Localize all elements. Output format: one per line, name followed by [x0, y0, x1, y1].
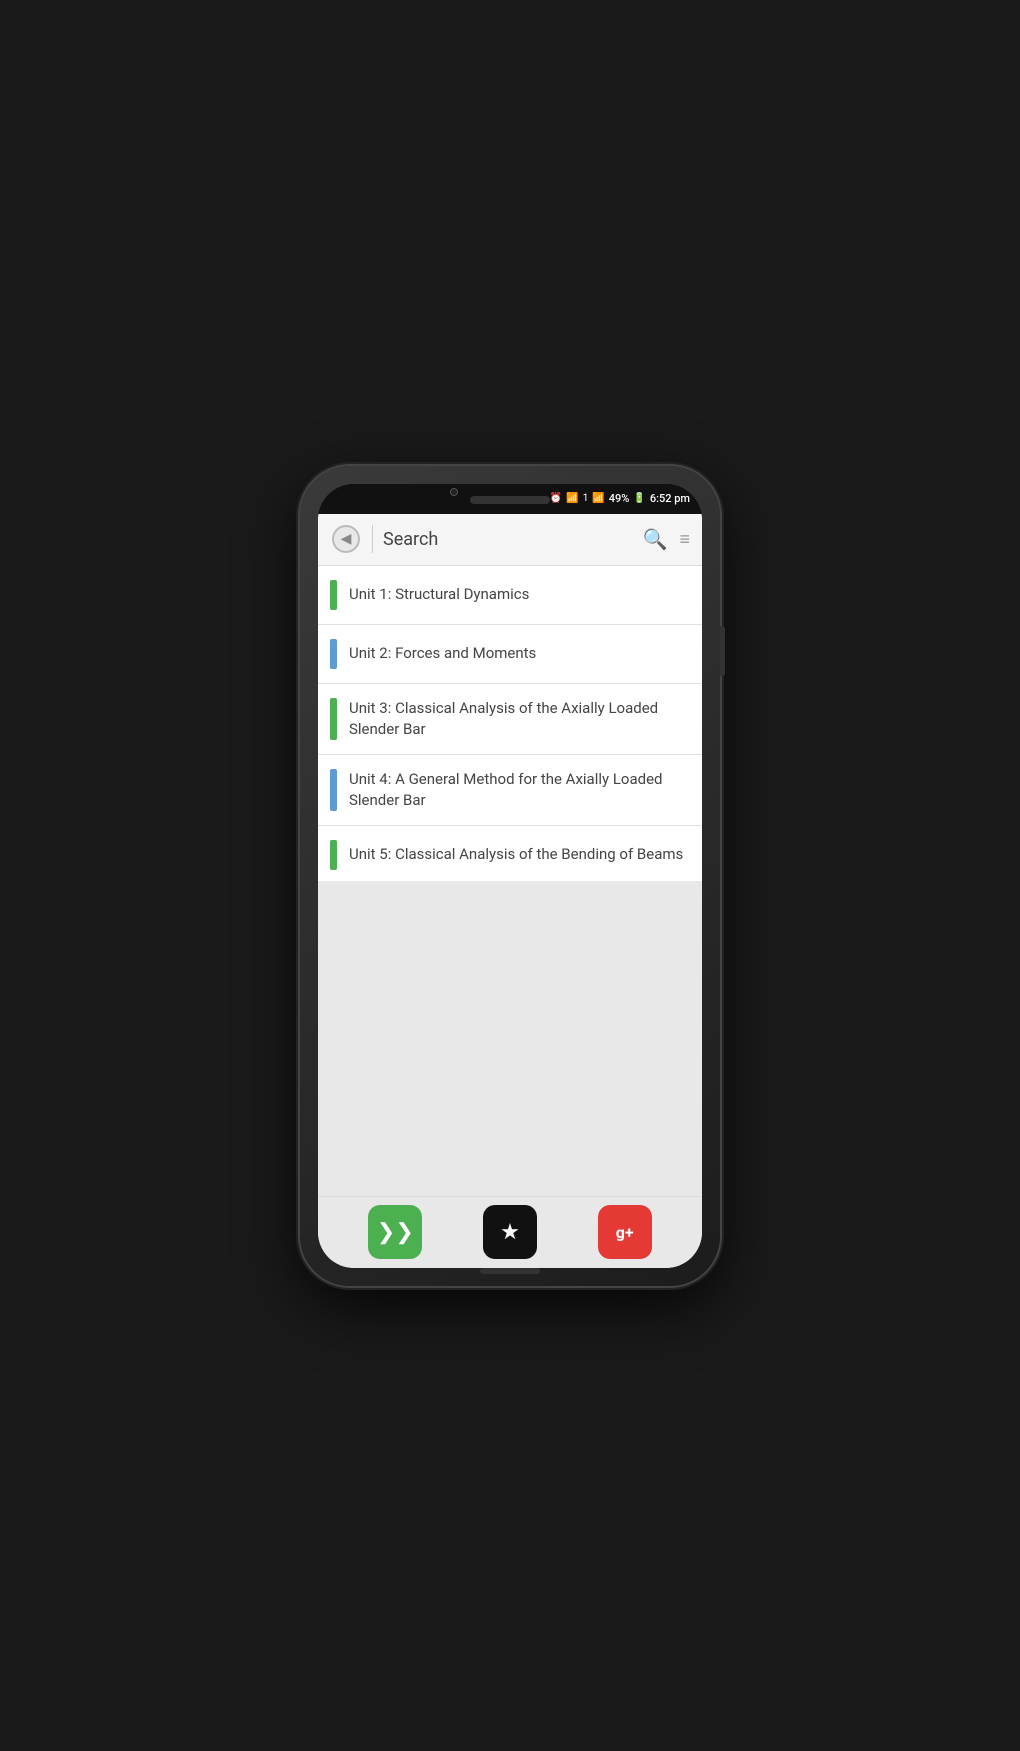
top-bar: ◀ Search 🔍 ≡ [318, 514, 702, 566]
unit-color-bar [330, 698, 337, 740]
front-camera [450, 488, 458, 496]
clock: 6:52 pm [650, 492, 690, 505]
gplus-icon: g+ [616, 1223, 634, 1242]
top-bar-actions: 🔍 ≡ [643, 527, 690, 551]
grid-icon[interactable]: ≡ [679, 529, 690, 550]
unit-label: Unit 4: A General Method for the Axially… [349, 769, 688, 811]
unit-label: Unit 5: Classical Analysis of the Bendin… [349, 844, 683, 865]
bottom-bar: ❯❯ ★ g+ [318, 1196, 702, 1268]
share-icon: ❯❯ [377, 1220, 414, 1245]
status-icons: ⏰ 📶 1 📶 49% 🔋 6:52 pm [550, 492, 690, 505]
phone-screen: ⏰ 📶 1 📶 49% 🔋 6:52 pm ◀ Search [318, 484, 702, 1268]
star-button[interactable]: ★ [483, 1205, 537, 1259]
share-button[interactable]: ❯❯ [368, 1205, 422, 1259]
unit-color-bar [330, 840, 337, 870]
unit-list: Unit 1: Structural Dynamics Unit 2: Force… [318, 566, 702, 881]
sim-icon: 1 [583, 493, 589, 504]
unit-label: Unit 1: Structural Dynamics [349, 584, 529, 605]
phone-device: ⏰ 📶 1 📶 49% 🔋 6:52 pm ◀ Search [300, 466, 720, 1286]
speaker-grill [470, 496, 550, 504]
unit-label: Unit 3: Classical Analysis of the Axiall… [349, 698, 688, 740]
unit-color-bar [330, 639, 337, 669]
list-item[interactable]: Unit 4: A General Method for the Axially… [318, 755, 702, 826]
unit-color-bar [330, 580, 337, 610]
spacer-area [318, 881, 702, 1196]
search-icon[interactable]: 🔍 [643, 527, 668, 551]
wifi-icon: 📶 [566, 493, 578, 504]
search-title: Search [383, 529, 633, 550]
signal-icon: 📶 [592, 493, 604, 504]
back-button[interactable]: ◀ [330, 523, 362, 555]
back-icon: ◀ [341, 531, 352, 547]
list-item[interactable]: Unit 1: Structural Dynamics [318, 566, 702, 625]
top-bar-divider [372, 525, 373, 553]
unit-label: Unit 2: Forces and Moments [349, 643, 536, 664]
star-icon: ★ [500, 1220, 520, 1245]
app-screen: ◀ Search 🔍 ≡ Unit 1: Structural Dynamics… [318, 514, 702, 1268]
list-item[interactable]: Unit 5: Classical Analysis of the Bendin… [318, 826, 702, 881]
alarm-icon: ⏰ [550, 493, 562, 504]
list-item[interactable]: Unit 3: Classical Analysis of the Axiall… [318, 684, 702, 755]
battery-percent: 49% [609, 492, 630, 505]
unit-color-bar [330, 769, 337, 811]
battery-icon: 🔋 [633, 493, 645, 504]
back-circle: ◀ [332, 525, 360, 553]
home-button-area [480, 1268, 540, 1274]
list-item[interactable]: Unit 2: Forces and Moments [318, 625, 702, 684]
gplus-button[interactable]: g+ [598, 1205, 652, 1259]
